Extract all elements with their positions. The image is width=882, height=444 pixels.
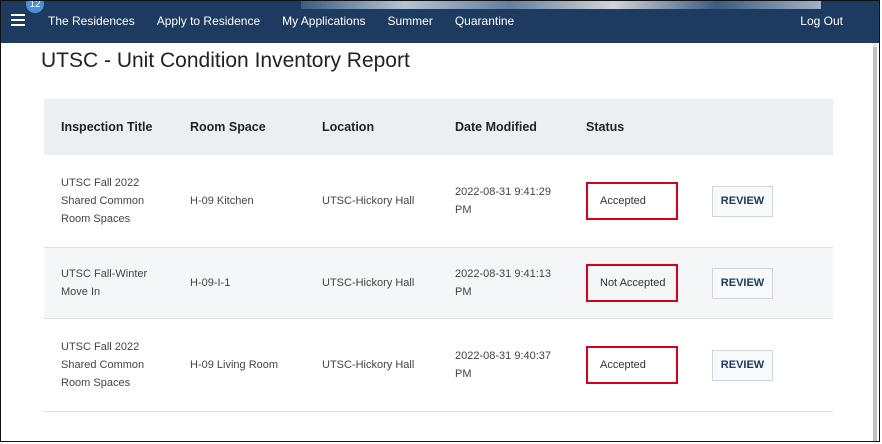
status-badge: Accepted — [586, 346, 678, 384]
logout-link[interactable]: Log Out — [800, 14, 843, 28]
cell-inspection-title: UTSC Fall 2022 Shared Common Room Spaces — [61, 341, 145, 389]
status-badge: Not Accepted — [586, 264, 678, 302]
cell-room-space: H-09 Living Room — [190, 359, 279, 371]
column-header-room-space: Room Space — [190, 120, 266, 134]
review-button[interactable]: REVIEW — [712, 349, 773, 381]
cell-status: Not Accepted — [572, 264, 712, 302]
table-row: UTSC Fall 2022 Shared Common Room Spaces… — [44, 155, 833, 248]
cell-inspection-title: UTSC Fall 2022 Shared Common Room Spaces — [61, 177, 145, 225]
cell-actions: REVIEW — [712, 267, 833, 299]
nav-link-summer[interactable]: Summer — [388, 14, 433, 28]
cell-date-modified: 2022-08-31 9:41:29 PM — [455, 186, 552, 216]
banner-image-strip — [301, 1, 821, 9]
cell-room-space: H-09-I-1 — [190, 277, 231, 289]
column-header-status: Status — [586, 120, 625, 134]
notification-badge: 12 — [26, 1, 44, 13]
column-header-inspection-title: Inspection Title — [61, 120, 153, 134]
cell-location: UTSC-Hickory Hall — [322, 359, 415, 371]
cell-inspection-title: UTSC Fall-Winter Move In — [61, 268, 148, 298]
scrollbar-thumb[interactable] — [873, 47, 877, 441]
nav-links: The Residences Apply to Residence My App… — [48, 14, 536, 28]
nav-link-the-residences[interactable]: The Residences — [48, 14, 135, 28]
cell-location: UTSC-Hickory Hall — [322, 195, 415, 207]
page-title: UTSC - Unit Condition Inventory Report — [41, 49, 410, 72]
cell-room-space: H-09 Kitchen — [190, 195, 254, 207]
cell-date-modified: 2022-08-31 9:41:13 PM — [455, 268, 552, 298]
table-header-row: Inspection Title Room Space Location Dat… — [44, 99, 833, 155]
inventory-table: Inspection Title Room Space Location Dat… — [44, 99, 833, 412]
review-button[interactable]: REVIEW — [712, 267, 773, 299]
cell-actions: REVIEW — [712, 185, 833, 217]
column-header-date-modified: Date Modified — [455, 120, 537, 134]
table-row: UTSC Fall 2022 Shared Common Room Spaces… — [44, 319, 833, 412]
status-badge: Accepted — [586, 182, 678, 220]
cell-date-modified: 2022-08-31 9:40:37 PM — [455, 350, 552, 380]
nav-link-quarantine[interactable]: Quarantine — [455, 14, 514, 28]
cell-location: UTSC-Hickory Hall — [322, 277, 415, 289]
hamburger-menu-icon[interactable] — [11, 14, 25, 28]
nav-link-apply-to-residence[interactable]: Apply to Residence — [157, 14, 260, 28]
column-header-location: Location — [322, 120, 375, 134]
app-window: 12 The Residences Apply to Residence My … — [0, 0, 880, 442]
review-button[interactable]: REVIEW — [712, 185, 773, 217]
cell-actions: REVIEW — [712, 349, 833, 381]
cell-status: Accepted — [572, 182, 712, 220]
nav-link-my-applications[interactable]: My Applications — [282, 14, 365, 28]
vertical-scrollbar[interactable] — [873, 43, 877, 441]
cell-status: Accepted — [572, 346, 712, 384]
table-row: UTSC Fall-Winter Move In H-09-I-1 UTSC-H… — [44, 248, 833, 319]
top-navbar: 12 The Residences Apply to Residence My … — [1, 1, 879, 43]
